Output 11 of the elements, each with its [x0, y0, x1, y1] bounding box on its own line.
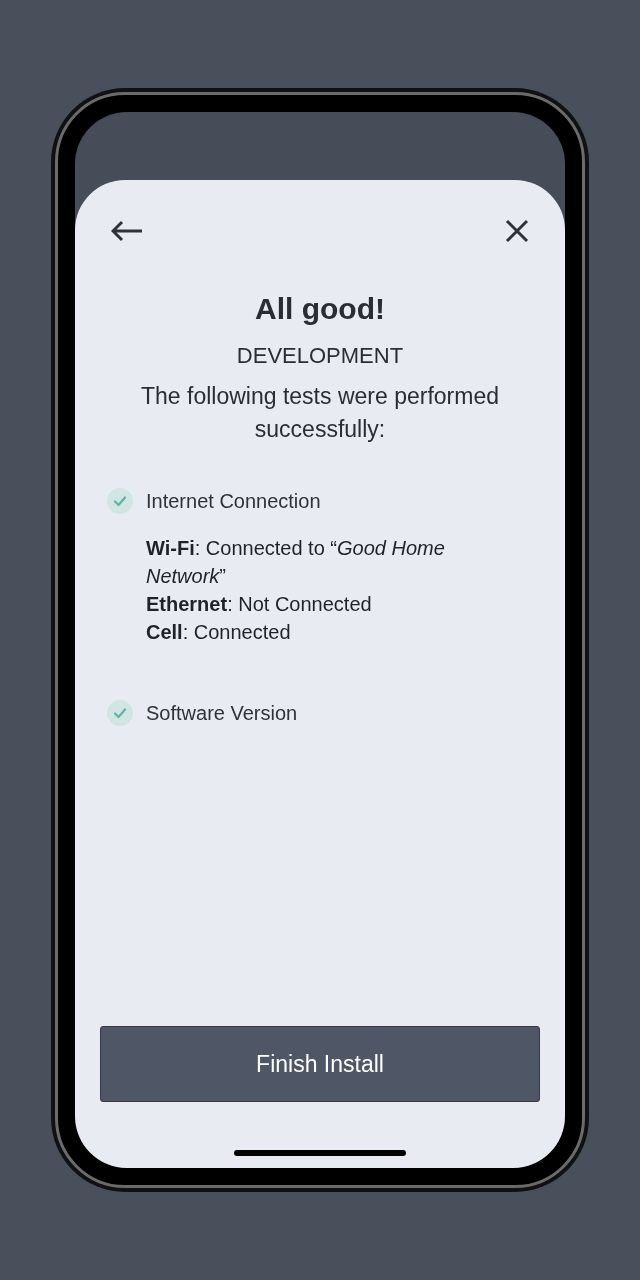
- close-button[interactable]: [504, 218, 530, 244]
- finish-install-button[interactable]: Finish Install: [100, 1026, 540, 1102]
- title: All good!: [254, 291, 386, 327]
- test-label: Software Version: [146, 701, 298, 726]
- environment-label: DEVELOPMENT: [235, 342, 405, 370]
- test-detail: Wi-Fi: Connected to “Good Home Network”: [146, 536, 446, 589]
- intro-text: The following tests were performed successfully:: [140, 382, 500, 444]
- test-detail: Cell: Connected: [146, 620, 292, 645]
- back-button[interactable]: [110, 218, 144, 244]
- test-label: Internet Connection: [146, 489, 321, 514]
- test-detail: Ethernet: Not Connected: [146, 592, 373, 617]
